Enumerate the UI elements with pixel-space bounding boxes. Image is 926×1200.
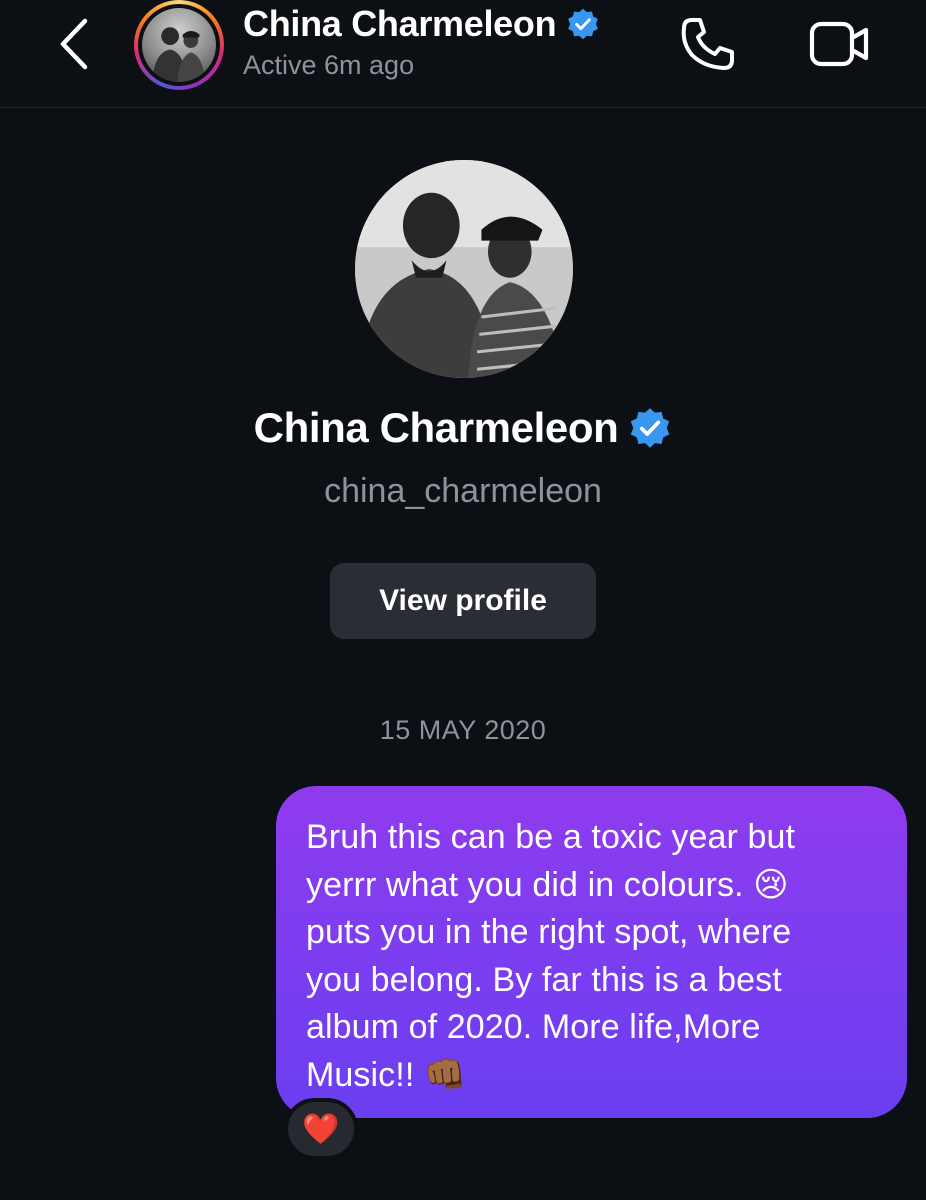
outgoing-message-bubble[interactable]: Bruh this can be a toxic year but yerrr … xyxy=(276,786,907,1118)
header-avatar[interactable] xyxy=(134,0,224,90)
header-name-text: China Charmeleon xyxy=(243,3,557,44)
profile-avatar[interactable] xyxy=(355,160,573,378)
header-contact-name[interactable]: China Charmeleon xyxy=(243,2,600,46)
video-call-button[interactable] xyxy=(808,18,872,70)
phone-icon xyxy=(681,18,734,70)
chevron-left-icon xyxy=(60,18,88,70)
verified-badge-icon xyxy=(568,8,599,40)
avatar-photo xyxy=(142,8,216,82)
profile-name-text: China Charmeleon xyxy=(253,404,619,451)
view-profile-button[interactable]: View profile xyxy=(330,563,596,639)
active-status: Active 6m ago xyxy=(243,50,415,80)
heart-reaction[interactable]: ❤️ xyxy=(284,1098,358,1160)
profile-name: China Charmeleon xyxy=(0,404,926,452)
verified-badge-icon xyxy=(631,408,670,448)
voice-call-button[interactable] xyxy=(678,14,738,74)
chat-header: China Charmeleon Active 6m ago xyxy=(0,0,926,108)
date-separator: 15 MAY 2020 xyxy=(379,715,547,745)
video-camera-icon xyxy=(809,21,869,67)
message-text: Bruh this can be a toxic year but yerrr … xyxy=(306,818,796,1094)
back-button[interactable] xyxy=(52,16,96,72)
profile-username: china_charmeleon xyxy=(324,472,602,510)
chat-screen: China Charmeleon Active 6m ago China Cha… xyxy=(0,0,926,1200)
